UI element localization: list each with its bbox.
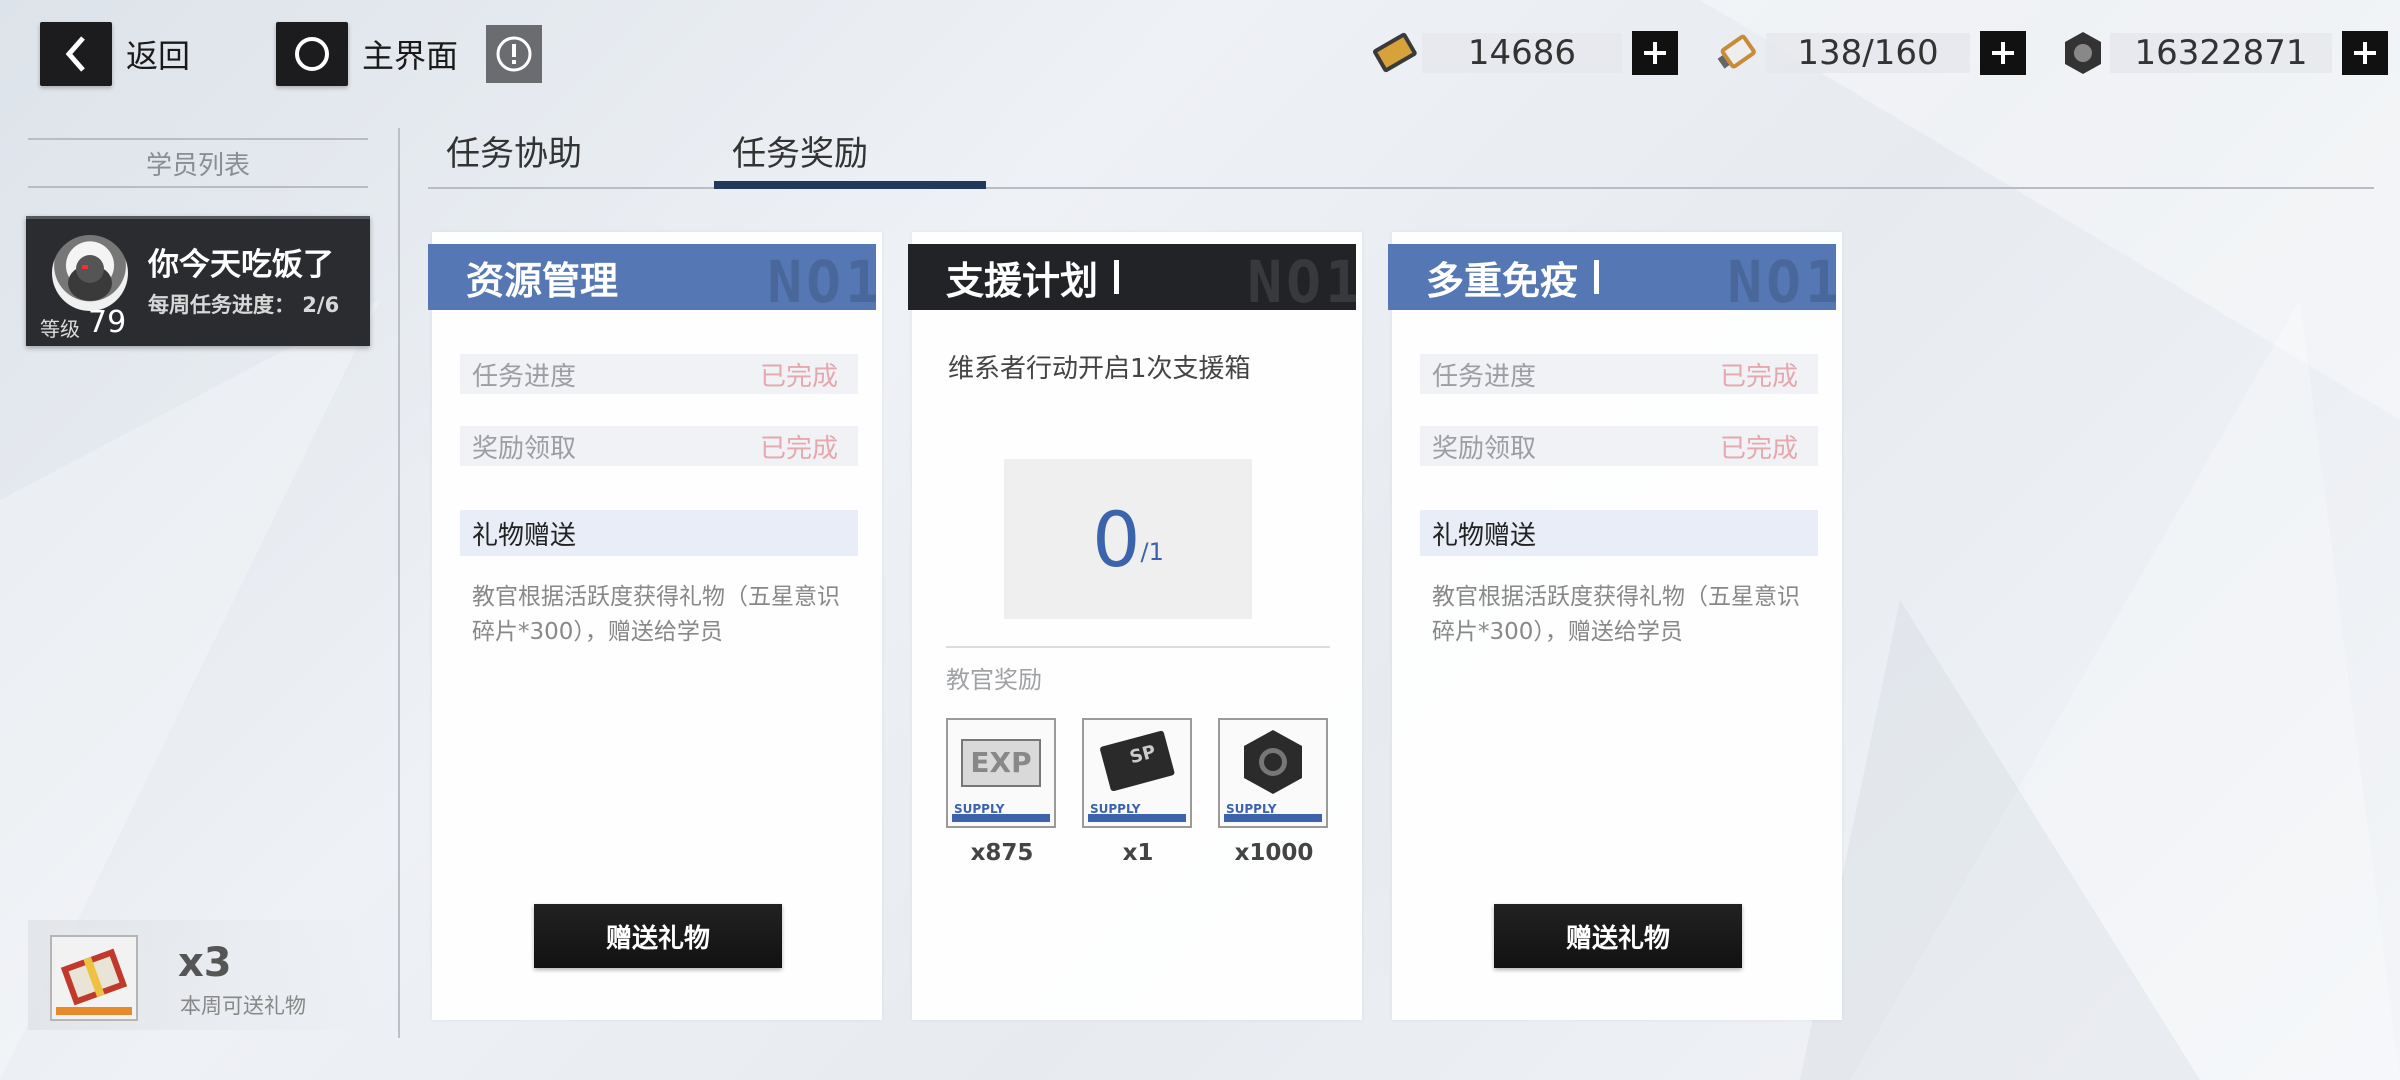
student-list-header: 学员列表	[28, 138, 368, 188]
row-value: 已完成	[1719, 433, 1798, 464]
add-battery-button[interactable]	[1980, 31, 2026, 75]
battery-icon	[1717, 34, 1756, 69]
row-value: 已完成	[1719, 361, 1798, 392]
card-watermark: NO1	[767, 248, 876, 310]
reward-label: 教官奖励	[946, 666, 1042, 694]
ticket-icon	[1373, 32, 1417, 73]
exp-chip-icon: EXP SUPPLY	[946, 718, 1056, 828]
info-button[interactable]	[486, 25, 543, 83]
mission-counter: 0 /1	[1004, 459, 1252, 619]
reward-qty: x875	[970, 840, 1034, 866]
reward-item[interactable]: SP SUPPLY x1	[1082, 718, 1194, 866]
row-key: 任务进度	[472, 361, 577, 392]
student-item[interactable]: 你今天吃饭了 每周任务进度： 2/6 等级 79	[26, 216, 370, 346]
row-value: 已完成	[759, 361, 838, 392]
task-card-support-plan: 支援计划 NO1 维系者行动开启1次支援箱 0 /1 教官奖励 EXP SUPP…	[908, 232, 1362, 1020]
row-key: 奖励领取	[1432, 433, 1537, 464]
gift-section-title: 礼物赠送	[460, 510, 858, 556]
add-nut-button[interactable]	[2342, 31, 2388, 75]
divider	[946, 646, 1330, 648]
reward-qty: x1	[1122, 840, 1154, 866]
reward-item[interactable]: SUPPLY x1000	[1218, 718, 1330, 866]
back-label: 返回	[126, 37, 191, 75]
svg-text:EXP: EXP	[970, 746, 1031, 779]
card-title: 资源管理	[466, 258, 619, 303]
gift-section-title: 礼物赠送	[1420, 510, 1818, 556]
counter-total: /1	[1140, 538, 1164, 566]
plus-icon	[2354, 42, 2376, 64]
task-progress-row: 任务进度 已完成	[460, 354, 858, 394]
task-progress-row: 任务进度 已完成	[1420, 354, 1818, 394]
counter-current: 0	[1092, 494, 1141, 584]
home-button[interactable]: 主界面	[276, 22, 543, 86]
title-bar	[1114, 260, 1120, 294]
circle-icon	[276, 22, 348, 86]
student-name: 你今天吃饭了	[148, 247, 334, 283]
card-title: 多重免疫	[1426, 258, 1579, 303]
card-watermark: NO1	[1727, 248, 1836, 310]
tab-mission-rewards[interactable]: 任务奖励	[732, 126, 868, 175]
gift-box-icon	[50, 935, 138, 1021]
reward-qty: x1000	[1234, 840, 1314, 866]
reward-item[interactable]: EXP SUPPLY x875	[946, 718, 1058, 866]
card-watermark: NO1	[1247, 248, 1356, 310]
row-value: 已完成	[759, 433, 838, 464]
rarity-stripe	[1088, 814, 1186, 822]
title-bar	[1594, 260, 1600, 294]
sidebar-divider	[398, 128, 400, 1038]
card-header: 多重免疫 NO1	[1388, 244, 1836, 310]
nut-icon: SUPPLY	[1218, 718, 1328, 828]
add-ticket-button[interactable]	[1632, 31, 1678, 75]
sp-card-icon: SP SUPPLY	[1082, 718, 1192, 828]
tab-active-indicator	[714, 181, 986, 189]
card-header: 资源管理 NO1	[428, 244, 876, 310]
rarity-stripe	[952, 814, 1050, 822]
reward-claim-row: 奖励领取 已完成	[460, 426, 858, 466]
rarity-stripe	[1224, 814, 1322, 822]
gift-count: x3	[178, 940, 232, 986]
gift-count-label: 本周可送礼物	[180, 994, 306, 1018]
row-key: 任务进度	[1432, 361, 1537, 392]
card-header: 支援计划 NO1	[908, 244, 1356, 310]
row-key: 奖励领取	[472, 433, 577, 464]
plus-icon	[1992, 42, 2014, 64]
task-card-resource-management: 资源管理 NO1 任务进度 已完成 奖励领取 已完成 礼物赠送 教官根据活跃度获…	[428, 232, 882, 1020]
reward-claim-row: 奖励领取 已完成	[1420, 426, 1818, 466]
plus-icon	[1644, 42, 1666, 64]
home-label: 主界面	[362, 37, 459, 75]
resource-battery: 138/160	[1710, 26, 2026, 80]
weekly-progress: 每周任务进度： 2/6	[148, 293, 340, 317]
battery-value: 138/160	[1766, 33, 1970, 73]
level-label: 等级	[40, 317, 80, 341]
send-gift-button[interactable]: 赠送礼物	[534, 904, 782, 968]
chevron-left-icon	[40, 22, 112, 86]
nut-icon	[2065, 32, 2101, 74]
send-gift-button[interactable]: 赠送礼物	[1494, 904, 1742, 968]
mission-text: 维系者行动开启1次支援箱	[948, 354, 1251, 384]
level-value: 79	[88, 305, 127, 340]
weekly-gift-box: x3 本周可送礼物	[28, 920, 374, 1030]
tab-mission-assist[interactable]: 任务协助	[446, 126, 582, 175]
gift-description: 教官根据活跃度获得礼物（五星意识碎片*300），赠送给学员	[1432, 584, 1800, 645]
exclamation-icon	[496, 36, 532, 72]
card-title: 支援计划	[946, 258, 1099, 303]
nut-value: 16322871	[2110, 33, 2332, 73]
gift-description: 教官根据活跃度获得礼物（五星意识碎片*300），赠送给学员	[472, 584, 840, 645]
ticket-value: 14686	[1422, 33, 1622, 73]
avatar	[52, 235, 128, 311]
resource-ticket: 14686	[1366, 26, 1678, 80]
task-card-multi-immunity: 多重免疫 NO1 任务进度 已完成 奖励领取 已完成 礼物赠送 教官根据活跃度获…	[1388, 232, 1842, 1020]
resource-nut: 16322871	[2056, 26, 2388, 80]
back-button[interactable]: 返回	[40, 22, 190, 86]
